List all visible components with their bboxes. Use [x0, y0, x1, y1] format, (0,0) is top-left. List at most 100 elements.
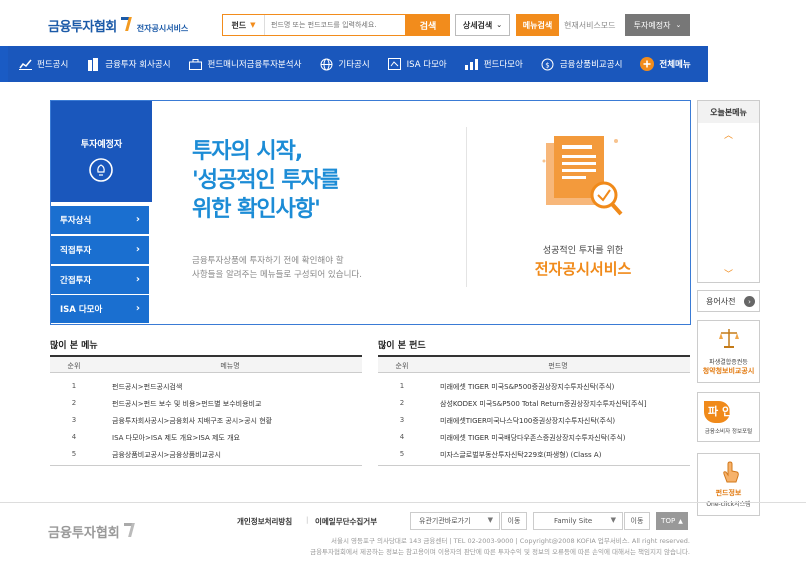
table-row[interactable]: 5 금융상품비교공시>금융상품비교공시 — [50, 446, 362, 463]
header: 금융투자협회 전자공시서비스 펀드 ▼ 검색 상세검색 ⌄ 메뉴검색 현재서비스… — [0, 0, 806, 46]
nav-item-fund-manager[interactable]: 펀드매니저금융투자분석사 — [179, 46, 310, 82]
logo-mark-icon — [119, 17, 133, 33]
detail-search-label: 상세검색 — [462, 20, 493, 30]
headline-line: 위한 확인사항' — [192, 197, 321, 222]
plus-icon — [640, 57, 655, 71]
side-item-label: ISA 다모아 — [60, 305, 103, 315]
nav-item-company-disclosure[interactable]: 금융투자 회사공시 — [76, 46, 178, 82]
side-item-isa-damoa[interactable]: ISA 다모아 › — [51, 295, 149, 323]
side-item-direct-investment[interactable]: 직접투자 › — [51, 236, 149, 264]
chevron-down-icon: ⌄ — [496, 21, 503, 29]
table-row[interactable]: 1 펀드공시>펀드공시검색 — [50, 378, 362, 395]
nav-label: 금융투자 회사공시 — [105, 60, 171, 70]
menu-link[interactable]: 펀드공시>펀드공시검색 — [112, 382, 362, 392]
chart-icon — [18, 57, 32, 71]
table-row[interactable]: 2 삼성KODEX 미국S&P500 Total Return증권상장지수투자신… — [378, 395, 690, 412]
nav-item-isa[interactable]: ISA 다모아 — [378, 46, 455, 82]
investor-mode-label: 투자예정자 — [633, 20, 671, 30]
headline-line: '성공적인 투자를 — [192, 168, 340, 193]
investor-panel-title: 투자예정자 — [80, 140, 123, 150]
lightbulb-icon — [89, 158, 113, 182]
column-header-name: 메뉴명 — [220, 362, 240, 370]
chevron-right-icon: › — [135, 244, 140, 255]
table-row[interactable]: 4 ISA 다모아>ISA 제도 개요>ISA 제도 개요 — [50, 429, 362, 446]
table-row[interactable]: 4 미래에셋 TIGER 미국배당다우존스증권상장지수투자신탁(주식) — [378, 429, 690, 446]
fund-link[interactable]: 미래에셋 TIGER 미국S&P500증권상장지수투자신탁(주식) — [440, 382, 690, 392]
kofia-logo[interactable]: 금융투자협회 전자공시서비스 — [48, 14, 188, 36]
glossary-link[interactable]: 용어사전 › — [697, 290, 760, 312]
email-policy-link[interactable]: 이메일무단수집거부 — [315, 516, 377, 527]
description-line: 사항들을 알려주는 메뉴들로 구성되어 있습니다. — [192, 270, 362, 280]
nav-item-fund-disclosure[interactable]: 펀드공시 — [8, 46, 76, 82]
fund-link[interactable]: 미자스글로벌부동산투자신탁229호(파생형) (Class A) — [440, 450, 690, 460]
scroll-top-button[interactable]: TOP ▲ — [656, 512, 688, 530]
investor-panel-header: 투자예정자 — [51, 101, 152, 202]
side-item-label: 직접투자 — [60, 246, 92, 256]
popular-fund-title: 많이 본 펀드 — [378, 341, 426, 351]
nav-item-all-menu[interactable]: 전체메뉴 — [630, 46, 698, 82]
nav-label: ISA 다모아 — [406, 60, 447, 70]
search-box: 펀드 ▼ — [222, 14, 406, 36]
table-row[interactable]: 5 미자스글로벌부동산투자신탁229호(파생형) (Class A) — [378, 446, 690, 463]
banner-description: 금융투자상품에 투자하기 전에 확인해야 할 사항들을 알려주는 메뉴들로 구성… — [192, 254, 432, 282]
chevron-down-icon: ▼ — [610, 516, 616, 524]
related-sites-select[interactable]: 유관기관바로가기 ▼ — [410, 512, 500, 530]
menu-link[interactable]: 금융투자회사공시>금융회사 지배구조 공시>공시 현황 — [112, 416, 362, 426]
chevron-up-icon[interactable]: ︿ — [724, 128, 733, 141]
menu-link[interactable]: 펀드공시>펀드 보수 및 비용>펀드별 보수비용비교 — [112, 399, 362, 409]
recent-menu-panel: 오늘본메뉴 ︿ ﹀ — [697, 100, 760, 283]
family-site-go-button[interactable]: 이동 — [624, 512, 650, 530]
rank-cell: 3 — [71, 416, 77, 424]
derivatives-compare-banner[interactable]: 파생결합증권등 청약청보비교공시 — [697, 320, 760, 383]
promo-title[interactable]: 전자공시서비스 — [483, 258, 683, 279]
related-sites-go-button[interactable]: 이동 — [501, 512, 527, 530]
building-icon — [86, 57, 100, 71]
table-row[interactable]: 3 미래에셋TIGER미국나스닥100증권상장지수투자신탁(주식) — [378, 412, 690, 429]
description-line: 금융투자상품에 투자하기 전에 확인해야 할 — [192, 256, 344, 266]
menu-link[interactable]: ISA 다모아>ISA 제도 개요>ISA 제도 개요 — [112, 433, 362, 443]
nav-label: 금융상품비교공시 — [559, 60, 623, 70]
main-nav: 펀드공시 금융투자 회사공시 펀드매니저금융투자분석사 기타공시 ISA 다모아 — [0, 46, 806, 82]
table-row[interactable]: 2 펀드공시>펀드 보수 및 비용>펀드별 보수비용비교 — [50, 395, 362, 412]
nav-label: 펀드공시 — [37, 60, 69, 70]
detail-search-button[interactable]: 상세검색 ⌄ — [455, 14, 510, 36]
chevron-down-icon: ⌄ — [675, 21, 682, 29]
fund-oneclick-banner[interactable]: 펀드정보 One-click시스템 — [697, 453, 760, 516]
menu-link[interactable]: 금융상품비교공시>금융상품비교공시 — [112, 450, 362, 460]
family-site-select[interactable]: Family Site ▼ — [533, 512, 623, 530]
recent-menu-title: 오늘본메뉴 — [698, 101, 759, 123]
logo-subtitle: 전자공시서비스 — [136, 23, 189, 33]
side-item-label: 간접투자 — [60, 276, 92, 286]
table-row[interactable]: 1 미래에셋 TIGER 미국S&P500증권상장지수투자신탁(주식) — [378, 378, 690, 395]
headline-line: 투자의 시작, — [192, 139, 303, 164]
column-header-name: 펀드명 — [548, 362, 568, 370]
chevron-down-icon[interactable]: ﹀ — [724, 267, 733, 280]
fund-link[interactable]: 미래에셋TIGER미국나스닥100증권상장지수투자신탁(주식) — [440, 416, 690, 426]
search-category-select[interactable]: 펀드 ▼ — [223, 15, 265, 35]
side-item-indirect-investment[interactable]: 간접투자 › — [51, 266, 149, 294]
logo-title: 금융투자협회 — [48, 19, 117, 35]
isa-icon — [388, 57, 402, 71]
rank-cell: 2 — [399, 399, 405, 407]
nav-item-fund-damoa[interactable]: 펀드다모아 — [455, 46, 531, 82]
investor-side-panel: 투자예정자 투자상식 › 직접투자 › 간접투자 › ISA 다모아 › — [51, 101, 152, 324]
fund-link[interactable]: 미래에셋 TIGER 미국배당다우존스증권상장지수투자신탁(주식) — [440, 433, 690, 443]
related-sites-label: 유관기관바로가기 — [419, 517, 471, 525]
search-button[interactable]: 검색 — [406, 14, 450, 36]
privacy-policy-link[interactable]: 개인정보처리방침 — [237, 516, 292, 527]
table-row[interactable]: 3 금융투자회사공시>금융회사 지배구조 공시>공시 현황 — [50, 412, 362, 429]
menu-search-button[interactable]: 메뉴검색 — [516, 14, 559, 36]
search-input[interactable] — [265, 15, 405, 35]
banner-caption: One-click시스템 — [706, 501, 751, 508]
nav-label: 펀드다모아 — [483, 60, 523, 70]
footer-address: 서울시 영등포구 의사당대로 143 금융센터 | TEL 02-2003-90… — [200, 536, 690, 558]
popular-menu-title: 많이 본 메뉴 — [50, 341, 98, 351]
hand-click-icon — [723, 461, 739, 483]
nav-item-other-disclosure[interactable]: 기타공시 — [309, 46, 377, 82]
chevron-down-icon: ▼ — [487, 516, 493, 524]
nav-item-product-compare[interactable]: $ 금융상품비교공시 — [531, 46, 631, 82]
fund-link[interactable]: 삼성KODEX 미국S&P500 Total Return증권상장지수투자신탁[… — [440, 399, 690, 409]
fine-portal-banner[interactable]: 파 인 금융소비자 정보포털 — [697, 392, 760, 442]
side-item-investment-basics[interactable]: 투자상식 › — [51, 206, 149, 234]
investor-mode-select[interactable]: 투자예정자 ⌄ — [625, 14, 690, 36]
